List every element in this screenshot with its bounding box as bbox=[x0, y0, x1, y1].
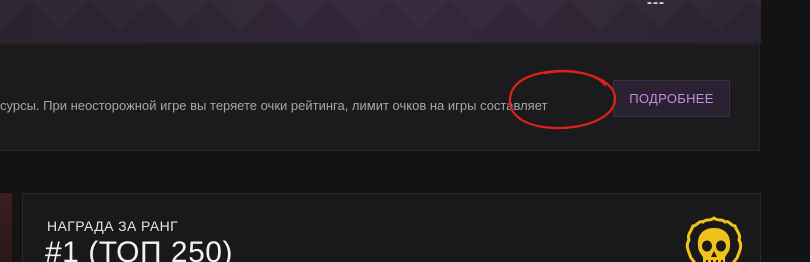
top-banner: --- bbox=[0, 0, 761, 43]
notice-card: сурсы. При неосторожной игре вы теряете … bbox=[0, 43, 760, 151]
reward-value: #1 (ТОП 250) bbox=[45, 236, 233, 262]
page: --- сурсы. При неосторожной игре вы теря… bbox=[0, 0, 810, 262]
rank-reward-card: НАГРАДА ЗА РАНГ #1 (ТОП 250) bbox=[22, 193, 761, 262]
notice-text: сурсы. При неосторожной игре вы теряете … bbox=[0, 98, 548, 113]
banner-dashes: --- bbox=[647, 0, 665, 11]
more-info-button[interactable]: ПОДРОБНЕЕ bbox=[613, 80, 730, 117]
reward-label: НАГРАДА ЗА РАНГ bbox=[47, 218, 179, 234]
skull-badge-icon bbox=[685, 216, 743, 262]
left-side-panel bbox=[0, 193, 12, 262]
